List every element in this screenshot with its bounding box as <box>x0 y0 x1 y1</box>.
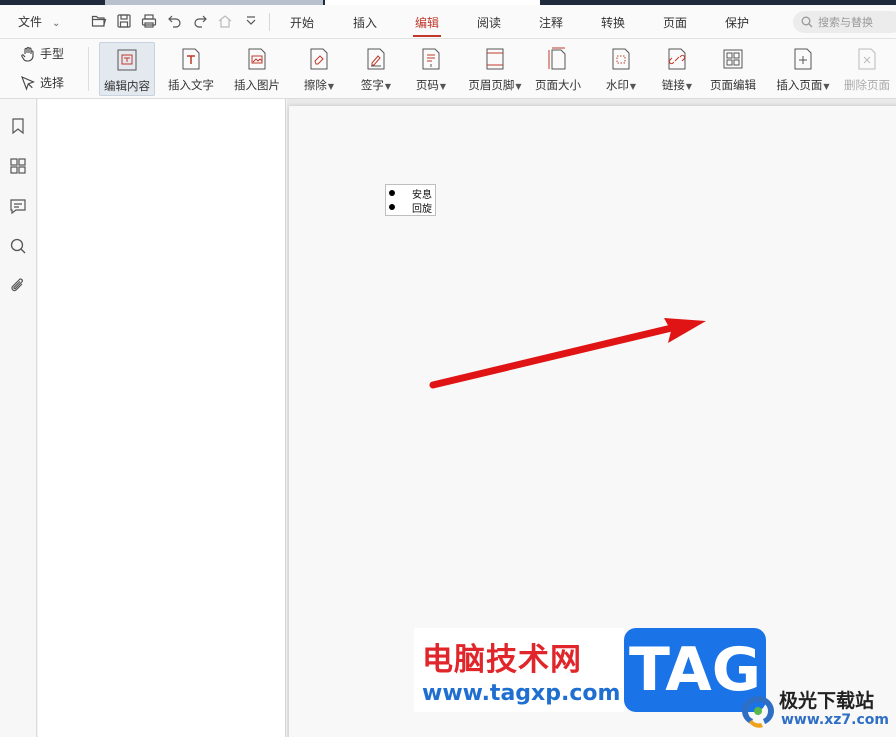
header-footer-label: 页眉页脚 <box>468 78 515 92</box>
search-placeholder: 搜索与替换 <box>818 16 873 29</box>
signature-icon <box>365 46 387 72</box>
attachment-icon[interactable] <box>9 277 27 295</box>
link-button[interactable]: 链接▼ <box>658 42 696 96</box>
page-number-button[interactable]: 页码▼ <box>412 42 450 96</box>
edit-content-label: 编辑内容 <box>104 79 150 93</box>
undo-icon[interactable] <box>166 12 184 30</box>
insert-text-button[interactable]: 插入文字 <box>165 42 217 96</box>
quick-access-dropdown-icon[interactable] <box>242 12 260 30</box>
edit-content-button[interactable]: 编辑内容 <box>99 42 155 96</box>
tab-page[interactable]: 页面 <box>663 14 687 31</box>
bullet-text: 回旋 <box>412 203 432 215</box>
cursor-icon <box>21 75 36 91</box>
watermark-site-url: www.tagxp.com <box>422 681 621 706</box>
page-number-icon <box>420 46 442 72</box>
erase-label: 擦除 <box>303 78 327 92</box>
hand-tool-button[interactable]: 手型 <box>20 45 64 62</box>
watermark-brand: 极光下载站 www.xz7.com <box>737 686 896 737</box>
chevron-down-icon: ⌄ <box>52 18 61 29</box>
save-icon[interactable] <box>115 12 133 30</box>
redo-icon[interactable] <box>191 12 209 30</box>
watermark-icon <box>610 46 632 72</box>
print-icon[interactable] <box>140 12 158 30</box>
insert-page-icon <box>792 46 814 72</box>
page-edit-button[interactable]: 页面编辑 <box>706 42 760 96</box>
watermark-label: 水印 <box>605 78 629 92</box>
select-tool-button[interactable]: 选择 <box>20 74 64 91</box>
eraser-icon <box>308 46 330 72</box>
sign-label: 签字 <box>360 78 384 92</box>
insert-text-label: 插入文字 <box>168 78 214 92</box>
watermark-brand-url: www.xz7.com <box>781 712 889 728</box>
page-size-button[interactable]: 页面大小 <box>532 42 584 96</box>
dropdown-arrow-icon: ▼ <box>629 82 637 91</box>
dropdown-arrow-icon: ▼ <box>439 82 447 91</box>
delete-page-label: 删除页面 <box>844 78 890 92</box>
home-icon[interactable] <box>216 12 234 30</box>
dropdown-arrow-icon: ▼ <box>327 82 335 91</box>
watermark-site-name: 电脑技术网 <box>422 642 582 678</box>
dropdown-arrow-icon: ▼ <box>823 82 830 91</box>
erase-button[interactable]: 擦除▼ <box>300 42 338 96</box>
insert-text-icon <box>180 46 202 72</box>
delete-page-icon <box>856 46 878 72</box>
bullet-list-box[interactable]: 安息 回旋 <box>385 184 436 216</box>
bullet-text: 安息 <box>412 189 432 201</box>
tab-annotate[interactable]: 注释 <box>539 14 563 31</box>
watermark-button[interactable]: 水印▼ <box>602 42 640 96</box>
dropdown-arrow-icon: ▼ <box>384 82 392 91</box>
tab-protect[interactable]: 保护 <box>725 14 749 31</box>
insert-image-icon <box>246 46 268 72</box>
header-footer-button[interactable]: 页眉页脚▼ <box>465 42 525 96</box>
hand-icon <box>21 46 34 62</box>
open-icon[interactable] <box>90 12 108 30</box>
list-item: 回旋 <box>389 200 432 215</box>
comment-icon[interactable] <box>9 197 27 215</box>
list-item: 安息 <box>389 186 432 201</box>
header-footer-icon <box>484 46 506 72</box>
page-edit-label: 页面编辑 <box>710 78 756 92</box>
tab-edit[interactable]: 编辑 <box>412 14 442 37</box>
insert-image-label: 插入图片 <box>234 78 280 92</box>
search-icon[interactable] <box>9 237 27 255</box>
dropdown-arrow-icon: ▼ <box>515 82 522 91</box>
delete-page-button[interactable]: 删除页面 <box>841 42 893 96</box>
file-menu-label: 文件 <box>18 15 43 29</box>
edit-ribbon: 手型 选择 编辑内容 插入文字 插入图片 擦除▼ 签字▼ 页码▼ 页眉页脚▼ 页… <box>0 39 896 99</box>
edit-content-icon <box>116 47 138 73</box>
tab-read[interactable]: 阅读 <box>477 14 501 31</box>
insert-page-label: 插入页面 <box>776 78 823 92</box>
bullet-icon <box>389 204 395 210</box>
tab-insert[interactable]: 插入 <box>353 14 377 31</box>
bullet-icon <box>389 190 395 196</box>
menu-separator <box>269 13 270 31</box>
tab-convert[interactable]: 转换 <box>601 14 625 31</box>
hand-tool-label: 手型 <box>40 47 65 61</box>
file-menu[interactable]: 文件 ⌄ <box>18 13 60 30</box>
select-tool-label: 选择 <box>40 76 65 90</box>
page-size-icon <box>547 46 569 72</box>
ribbon-separator <box>88 47 89 91</box>
tab-start[interactable]: 开始 <box>290 14 314 31</box>
insert-page-button[interactable]: 插入页面▼ <box>773 42 833 96</box>
link-icon <box>666 46 688 72</box>
navigation-pane <box>38 99 286 737</box>
sign-button[interactable]: 签字▼ <box>357 42 395 96</box>
watermark-brand-name: 极光下载站 <box>779 690 875 712</box>
menu-bar: 文件 ⌄ 开始 插入 编辑 阅读 注释 转换 页面 保护 搜索与替换 <box>0 5 896 39</box>
thumbnail-icon[interactable] <box>9 157 27 175</box>
link-label: 链接 <box>661 78 685 92</box>
search-icon <box>801 16 813 28</box>
left-sidebar <box>0 99 37 737</box>
bookmark-icon[interactable] <box>9 117 27 135</box>
dropdown-arrow-icon: ▼ <box>685 82 693 91</box>
page-edit-icon <box>722 46 744 72</box>
page-number-label: 页码 <box>415 78 439 92</box>
page-size-label: 页面大小 <box>535 78 581 92</box>
search-input[interactable]: 搜索与替换 <box>793 11 896 33</box>
insert-image-button[interactable]: 插入图片 <box>230 42 284 96</box>
aurora-logo-icon <box>742 696 774 728</box>
